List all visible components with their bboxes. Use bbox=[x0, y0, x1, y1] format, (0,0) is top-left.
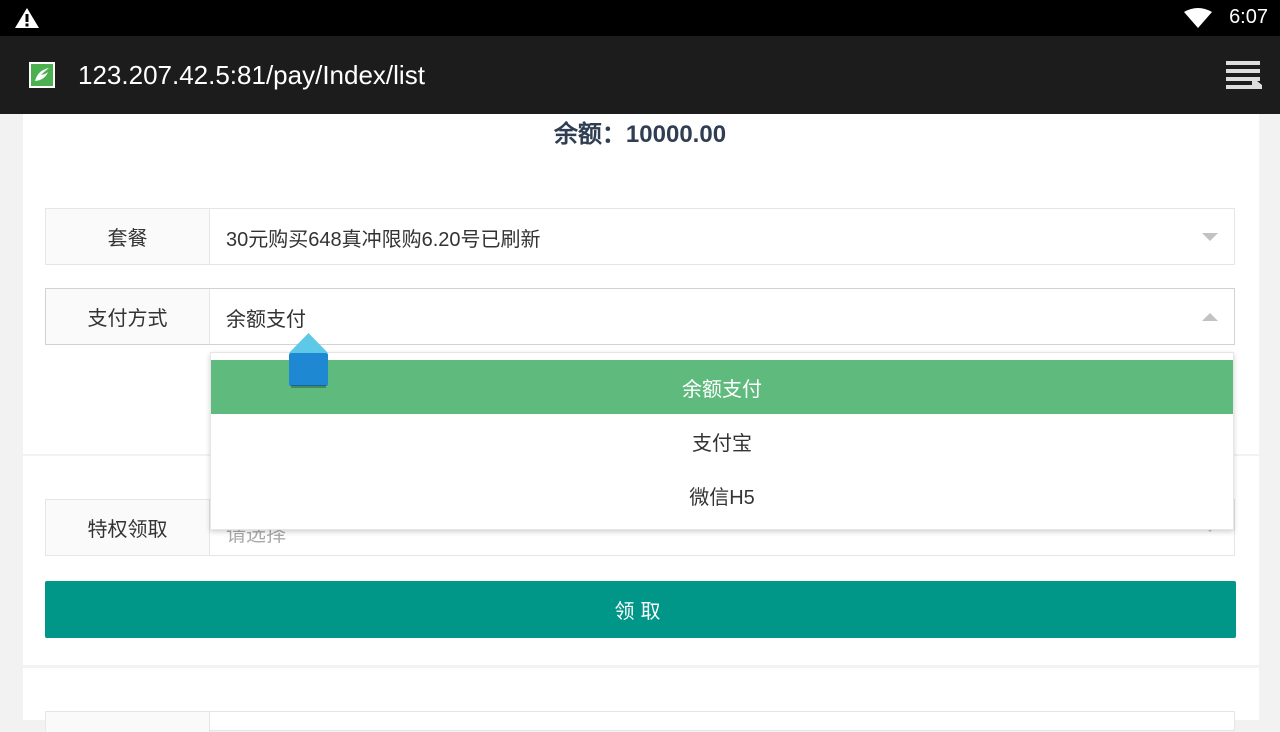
chevron-down-icon bbox=[1202, 233, 1218, 241]
package-label: 套餐 bbox=[46, 209, 210, 264]
privilege-label: 特权领取 bbox=[46, 500, 210, 555]
status-bar: 6:07 bbox=[0, 0, 1280, 36]
browser-url-bar: 123.207.42.5:81/pay/Index/list bbox=[0, 36, 1280, 114]
balance-text: 余额：10000.00 bbox=[553, 121, 727, 148]
status-time: 6:07 bbox=[1229, 6, 1268, 28]
payment-option-alipay[interactable]: 支付宝 bbox=[211, 414, 1233, 468]
payment-option-balance[interactable]: 余额支付 bbox=[211, 360, 1233, 414]
wifi-icon bbox=[1184, 8, 1212, 28]
payment-dropdown: 余额支付 支付宝 微信H5 bbox=[210, 352, 1234, 530]
payment-option-wechat-h5[interactable]: 微信H5 bbox=[211, 468, 1233, 522]
payment-select[interactable]: 支付方式 余额支付 bbox=[45, 288, 1235, 345]
claim-button[interactable]: 领取 bbox=[45, 581, 1236, 638]
package-value: 30元购买648真冲限购6.20号已刷新 bbox=[226, 229, 541, 251]
payment-label: 支付方式 bbox=[46, 289, 210, 344]
chevron-up-icon bbox=[1202, 313, 1218, 321]
next-row bbox=[45, 711, 1235, 732]
warning-icon bbox=[15, 8, 39, 28]
text-cursor-handle-icon[interactable] bbox=[289, 333, 328, 388]
site-favicon[interactable] bbox=[29, 62, 55, 88]
tabs-menu-icon[interactable] bbox=[1226, 61, 1262, 89]
package-select[interactable]: 套餐 30元购买648真冲限购6.20号已刷新 bbox=[45, 208, 1235, 265]
url-text[interactable]: 123.207.42.5:81/pay/Index/list bbox=[78, 60, 425, 91]
payment-value: 余额支付 bbox=[226, 309, 306, 331]
